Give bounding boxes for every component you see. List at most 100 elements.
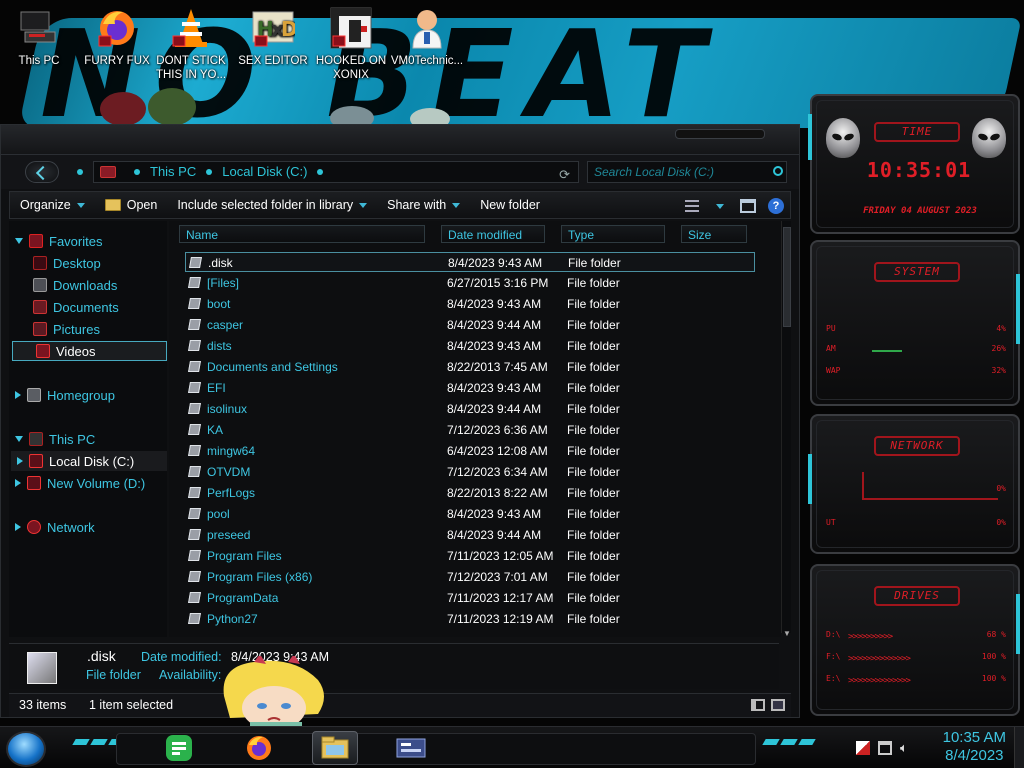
view-details-icon: [685, 200, 699, 212]
column-header-date[interactable]: Date modified: [441, 225, 545, 243]
back-button[interactable]: [25, 161, 59, 183]
table-row[interactable]: ProgramData 7/11/2023 12:17 AM File folder: [185, 588, 755, 608]
scrollbar-thumb[interactable]: [783, 227, 791, 327]
change-view-button[interactable]: [678, 192, 706, 220]
table-row[interactable]: [Files] 6/27/2015 3:16 PM File folder: [185, 273, 755, 293]
expand-icon[interactable]: [17, 457, 23, 465]
table-row[interactable]: Python27 7/11/2023 12:19 AM File folder: [185, 609, 755, 629]
details-date-label: Date modified:: [141, 650, 222, 664]
nav-videos[interactable]: Videos: [12, 341, 167, 361]
folder-icon: [188, 277, 201, 288]
taskbar-clock[interactable]: 10:35 AM 8/4/2023: [943, 729, 1006, 765]
time-gadget[interactable]: TIME 10:35:01 FRIDAY 04 AUGUST 2023: [810, 94, 1020, 234]
expand-icon[interactable]: [15, 523, 21, 531]
nav-local-disk-c[interactable]: Local Disk (C:): [11, 451, 167, 471]
search-input[interactable]: [587, 161, 787, 183]
nav-this-pc[interactable]: This PC: [9, 429, 167, 449]
taskbar-app-firefox[interactable]: [236, 731, 282, 765]
column-header-type[interactable]: Type: [561, 225, 665, 243]
expand-icon[interactable]: [15, 479, 21, 487]
column-header-size[interactable]: Size: [681, 225, 747, 243]
network-icon[interactable]: [878, 741, 892, 755]
table-row[interactable]: OTVDM 7/12/2023 6:34 AM File folder: [185, 462, 755, 482]
table-row[interactable]: .disk 8/4/2023 9:43 AM File folder: [185, 252, 755, 272]
table-row[interactable]: boot 8/4/2023 9:43 AM File folder: [185, 294, 755, 314]
file-date: 8/4/2023 9:43 AM: [447, 297, 542, 311]
large-icons-view-icon[interactable]: [771, 699, 785, 711]
open-button[interactable]: Open: [95, 191, 168, 219]
taskbar-app-feedly[interactable]: [156, 731, 202, 765]
column-header-name[interactable]: Name: [179, 225, 425, 243]
nav-network[interactable]: Network: [9, 517, 167, 537]
nav-label: Homegroup: [47, 387, 115, 403]
table-row[interactable]: Program Files 7/11/2023 12:05 AM File fold…: [185, 546, 755, 566]
details-view-icon[interactable]: [751, 699, 765, 711]
nav-homegroup[interactable]: Homegroup: [9, 385, 167, 405]
nav-pictures[interactable]: Pictures: [9, 319, 167, 339]
refresh-icon[interactable]: ⟳: [559, 165, 570, 185]
help-button[interactable]: ?: [762, 192, 790, 220]
new-folder-button[interactable]: New folder: [470, 191, 550, 219]
table-row[interactable]: KA 7/12/2023 6:36 AM File folder: [185, 420, 755, 440]
vertical-scrollbar[interactable]: ▼: [781, 221, 791, 638]
network-gadget[interactable]: NETWORK 0% UT 0%: [810, 414, 1020, 554]
desktop-icon-hex-editor[interactable]: HxD SEX EDITOR: [236, 6, 310, 68]
nav-downloads[interactable]: Downloads: [9, 275, 167, 295]
organize-button[interactable]: Organize: [10, 191, 95, 219]
view-options-button[interactable]: [706, 192, 734, 220]
breadcrumb-this-pc[interactable]: This PC: [150, 162, 196, 182]
taskbar-date: 8/4/2023: [945, 747, 1004, 764]
start-button[interactable]: [6, 731, 46, 767]
drive-row: F:\ >>>>>>>>>>>>>> 100 %: [826, 652, 1012, 664]
action-center-flag-icon[interactable]: [856, 741, 870, 755]
scroll-down-icon[interactable]: ▼: [783, 629, 791, 638]
file-date: 6/4/2023 12:08 AM: [447, 444, 548, 458]
table-row[interactable]: isolinux 8/4/2023 9:44 AM File folder: [185, 399, 755, 419]
file-type: File folder: [567, 570, 620, 584]
show-desktop-button[interactable]: [1014, 727, 1024, 768]
table-row[interactable]: pool 8/4/2023 9:43 AM File folder: [185, 504, 755, 524]
folder-icon: [188, 298, 201, 309]
details-name: .disk: [87, 648, 116, 664]
desktop-icon-vlc[interactable]: DONT STICK THIS IN YO...: [154, 6, 228, 82]
desktop-icon-vm0technic[interactable]: VM0Technic...: [390, 6, 464, 68]
desktop-icon-firefox[interactable]: FURRY FUX: [80, 6, 154, 68]
expand-icon[interactable]: [15, 436, 23, 442]
search-icon[interactable]: [773, 166, 783, 176]
preview-pane-button[interactable]: [734, 192, 762, 220]
file-date: 8/22/2013 7:45 AM: [447, 360, 548, 374]
include-in-library-button[interactable]: Include selected folder in library: [167, 191, 377, 219]
table-row[interactable]: mingw64 6/4/2023 12:08 AM File folder: [185, 441, 755, 461]
gadget-accent-stripe: [1016, 594, 1020, 654]
table-row[interactable]: Documents and Settings 8/22/2013 7:45 AM F…: [185, 357, 755, 377]
desktop-icon-this-pc[interactable]: This PC: [2, 6, 76, 68]
table-row[interactable]: PerfLogs 8/22/2013 8:22 AM File folder: [185, 483, 755, 503]
nav-new-volume-d[interactable]: New Volume (D:): [9, 473, 167, 493]
address-bar[interactable]: This PC Local Disk (C:) ⟳: [93, 161, 579, 183]
nav-documents[interactable]: Documents: [9, 297, 167, 317]
system-gadget[interactable]: SYSTEM PU 4% AM 26% WAP 32%: [810, 240, 1020, 406]
drives-gadget[interactable]: DRIVES D:\ >>>>>>>>>> 68 % F:\ >>>>>>>>>…: [810, 564, 1020, 716]
window-titlebar[interactable]: [1, 125, 799, 155]
expand-icon[interactable]: [15, 391, 21, 399]
desktop-icon-xonix[interactable]: HOOKED ON XONIX: [314, 6, 388, 82]
desktop-icon-label: DONT STICK THIS IN YO...: [155, 55, 227, 81]
recent-locations-icon[interactable]: [77, 169, 83, 175]
table-row[interactable]: EFI 8/4/2023 9:43 AM File folder: [185, 378, 755, 398]
table-row[interactable]: Program Files (x86) 7/12/2023 7:01 AM File…: [185, 567, 755, 587]
share-with-button[interactable]: Share with: [377, 191, 470, 219]
expand-icon[interactable]: [15, 238, 23, 244]
taskbar-app-control-panel[interactable]: [388, 731, 434, 765]
breadcrumb-local-disk[interactable]: Local Disk (C:): [222, 162, 307, 182]
nav-favorites[interactable]: Favorites: [9, 231, 167, 251]
taskbar-app-file-explorer[interactable]: [312, 731, 358, 765]
drive-percent: 68 %: [986, 630, 1006, 639]
nav-desktop[interactable]: Desktop: [9, 253, 167, 273]
volume-icon[interactable]: 🔈︎: [900, 741, 914, 755]
table-row[interactable]: casper 8/4/2023 9:44 AM File folder: [185, 315, 755, 335]
breadcrumb-separator-icon[interactable]: [317, 169, 324, 175]
table-row[interactable]: preseed 8/4/2023 9:44 AM File folder: [185, 525, 755, 545]
table-row[interactable]: dists 8/4/2023 9:43 AM File folder: [185, 336, 755, 356]
taskbar-rail: [116, 733, 756, 765]
folder-icon: [188, 382, 201, 393]
